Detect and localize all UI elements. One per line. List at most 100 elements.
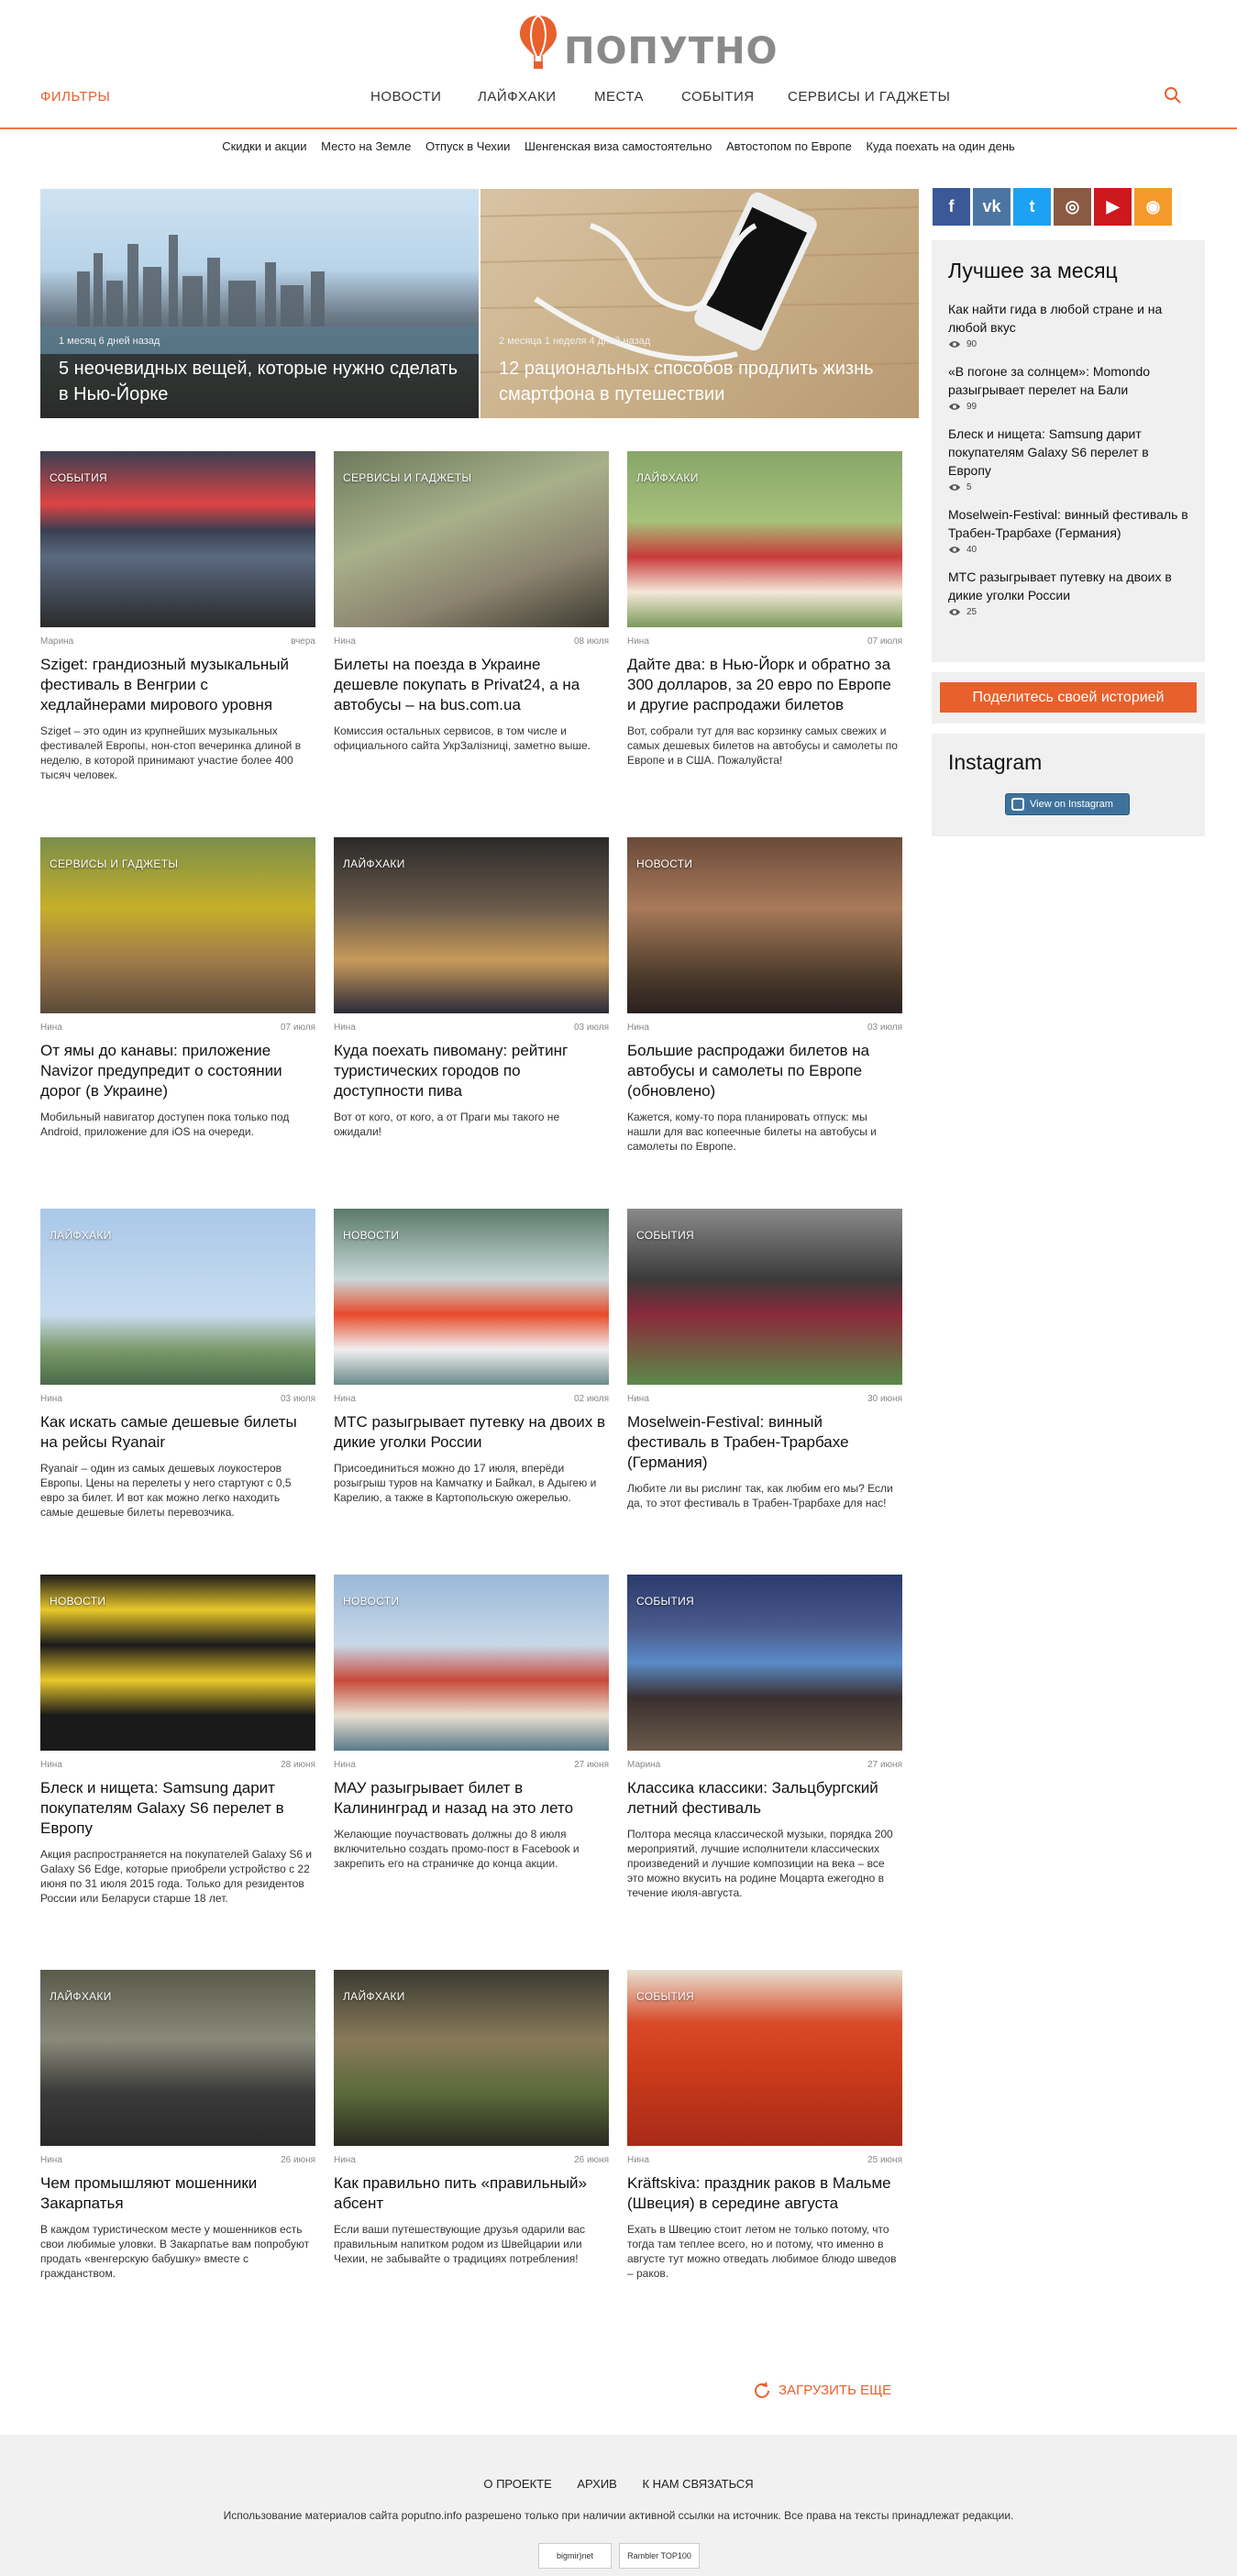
counter-badge[interactable]: bigmir)net — [538, 2543, 612, 2569]
article-title[interactable]: Moselwein-Festival: винный фестиваль в Т… — [627, 1412, 902, 1473]
footer-link-about[interactable]: О ПРОЕКТЕ — [483, 2477, 551, 2491]
article-category[interactable]: СОБЫТИЯ — [636, 1990, 694, 2003]
article-title[interactable]: Дайте два: в Нью-Йорк и обратно за 300 д… — [627, 655, 902, 715]
article-category[interactable]: ЛАЙФХАКИ — [343, 1990, 405, 2003]
article-card[interactable]: СЕРВИСЫ И ГАДЖЕТЫ Нина 07 июля От ямы до… — [40, 837, 315, 1139]
site-logo[interactable]: ПОПУТНО — [518, 14, 778, 74]
nav-news[interactable]: НОВОСТИ — [370, 89, 441, 105]
nav-places[interactable]: МЕСТА — [594, 89, 644, 105]
article-card[interactable]: ЛАЙФХАКИ Нина 26 июня Как правильно пить… — [334, 1970, 609, 2266]
article-category[interactable]: СЕРВИСЫ И ГАДЖЕТЫ — [343, 471, 471, 484]
article-image[interactable]: ЛАЙФХАКИ — [627, 451, 902, 627]
nav-events[interactable]: СОБЫТИЯ — [681, 89, 755, 105]
article-category[interactable]: НОВОСТИ — [343, 1229, 399, 1242]
hero-article[interactable]: 2 месяца 1 неделя 4 дней назад 12 рацион… — [480, 189, 919, 418]
tag-link[interactable]: Отпуск в Чехии — [425, 139, 510, 153]
article-title[interactable]: Большие распродажи билетов на автобусы и… — [627, 1041, 902, 1101]
tag-link[interactable]: Шенгенская виза самостоятельно — [525, 139, 712, 153]
article-category[interactable]: НОВОСТИ — [343, 1595, 399, 1608]
tag-link[interactable]: Автостопом по Европе — [726, 139, 852, 153]
article-title[interactable]: Классика классики: Зальцбургский летний … — [627, 1778, 902, 1819]
article-category[interactable]: СОБЫТИЯ — [636, 1595, 694, 1608]
article-card[interactable]: СОБЫТИЯ Марина вчера Sziget: грандиозный… — [40, 451, 315, 782]
tag-link[interactable]: Скидки и акции — [222, 139, 306, 153]
article-category[interactable]: ЛАЙФХАКИ — [343, 857, 405, 870]
article-title[interactable]: Как искать самые дешевые билеты на рейсы… — [40, 1412, 315, 1453]
article-image[interactable]: СОБЫТИЯ — [40, 451, 315, 627]
article-image[interactable]: НОВОСТИ — [627, 837, 902, 1013]
hero-title[interactable]: 12 рациональных способов продлить жизнь … — [499, 356, 902, 407]
article-category[interactable]: ЛАЙФХАКИ — [50, 1229, 112, 1242]
article-card[interactable]: ЛАЙФХАКИ Нина 26 июня Чем промышляют мош… — [40, 1970, 315, 2281]
article-image[interactable]: НОВОСТИ — [334, 1209, 609, 1385]
rss-icon[interactable]: ◉ — [1134, 188, 1172, 226]
best-item[interactable]: Как найти гида в любой стране и на любой… — [948, 300, 1188, 349]
article-title[interactable]: Sziget: грандиозный музыкальный фестивал… — [40, 655, 315, 715]
article-card[interactable]: СОБЫТИЯ Нина 30 июня Moselwein-Festival:… — [627, 1209, 902, 1510]
article-category[interactable]: СОБЫТИЯ — [50, 471, 107, 484]
best-item[interactable]: Блеск и нищета: Samsung дарит покупателя… — [948, 425, 1188, 492]
hero-article[interactable]: 1 месяц 6 дней назад 5 неочевидных вещей… — [40, 189, 479, 418]
article-title[interactable]: Куда поехать пивоману: рейтинг туристиче… — [334, 1041, 609, 1101]
best-item-title[interactable]: Как найти гида в любой стране и на любой… — [948, 300, 1188, 337]
article-image[interactable]: ЛАЙФХАКИ — [40, 1970, 315, 2146]
article-image[interactable]: ЛАЙФХАКИ — [334, 1970, 609, 2146]
article-card[interactable]: СОБЫТИЯ Нина 25 июня Kräftskiva: праздни… — [627, 1970, 902, 2281]
instagram-icon[interactable]: ◎ — [1054, 188, 1091, 226]
article-image[interactable]: НОВОСТИ — [40, 1575, 315, 1751]
article-title[interactable]: Билеты на поезда в Украине дешевле покуп… — [334, 655, 609, 715]
article-title[interactable]: Чем промышляют мошенники Закарпатья — [40, 2173, 315, 2214]
article-image[interactable]: СОБЫТИЯ — [627, 1209, 902, 1385]
view-on-instagram-button[interactable]: View on Instagram — [1005, 793, 1130, 815]
load-more-button[interactable]: ЗАГРУЗИТЬ ЕЩЕ — [753, 2381, 891, 2399]
article-title[interactable]: От ямы до канавы: приложение Navizor пре… — [40, 1041, 315, 1101]
article-category[interactable]: ЛАЙФХАКИ — [636, 471, 699, 484]
best-item-title[interactable]: Блеск и нищета: Samsung дарит покупателя… — [948, 425, 1188, 480]
best-item[interactable]: МТС разыгрывает путевку на двоих в дикие… — [948, 568, 1188, 617]
article-image[interactable]: НОВОСТИ — [334, 1575, 609, 1751]
facebook-icon[interactable]: f — [933, 188, 970, 226]
article-card[interactable]: НОВОСТИ Нина 27 июня МАУ разыгрывает бил… — [334, 1575, 609, 1871]
rambler-badge[interactable]: Rambler TOP100 — [619, 2543, 700, 2569]
article-title[interactable]: Как правильно пить «правильный» абсент — [334, 2173, 609, 2214]
article-image[interactable]: СОБЫТИЯ — [627, 1575, 902, 1751]
article-category[interactable]: СЕРВИСЫ И ГАДЖЕТЫ — [50, 857, 178, 870]
article-title[interactable]: Kräftskiva: праздник раков в Мальме (Шве… — [627, 2173, 902, 2214]
article-card[interactable]: НОВОСТИ Нина 02 июля МТС разыгрывает пут… — [334, 1209, 609, 1505]
article-category[interactable]: СОБЫТИЯ — [636, 1229, 694, 1242]
article-card[interactable]: СЕРВИСЫ И ГАДЖЕТЫ Нина 08 июля Билеты на… — [334, 451, 609, 753]
article-title[interactable]: МАУ разыгрывает билет в Калининград и на… — [334, 1778, 609, 1819]
best-item-title[interactable]: МТС разыгрывает путевку на двоих в дикие… — [948, 568, 1188, 604]
article-title[interactable]: МТС разыгрывает путевку на двоих в дикие… — [334, 1412, 609, 1453]
search-icon[interactable] — [1162, 84, 1184, 106]
filters-link[interactable]: ФИЛЬТРЫ — [40, 89, 110, 105]
article-category[interactable]: ЛАЙФХАКИ — [50, 1990, 112, 2003]
article-image[interactable]: ЛАЙФХАКИ — [334, 837, 609, 1013]
nav-services[interactable]: СЕРВИСЫ И ГАДЖЕТЫ — [788, 89, 950, 105]
article-image[interactable]: ЛАЙФХАКИ — [40, 1209, 315, 1385]
article-card[interactable]: СОБЫТИЯ Марина 27 июня Классика классики… — [627, 1575, 902, 1900]
article-card[interactable]: ЛАЙФХАКИ Нина 07 июля Дайте два: в Нью-Й… — [627, 451, 902, 768]
youtube-icon[interactable]: ▶ — [1094, 188, 1132, 226]
vk-icon[interactable]: vk — [973, 188, 1011, 226]
article-card[interactable]: ЛАЙФХАКИ Нина 03 июля Куда поехать пивом… — [334, 837, 609, 1139]
footer-link-contact[interactable]: К НАМ СВЯЗАТЬСЯ — [642, 2477, 753, 2491]
article-image[interactable]: СЕРВИСЫ И ГАДЖЕТЫ — [40, 837, 315, 1013]
article-image[interactable]: СЕРВИСЫ И ГАДЖЕТЫ — [334, 451, 609, 627]
footer-link-archive[interactable]: АРХИВ — [577, 2477, 616, 2491]
article-image[interactable]: СОБЫТИЯ — [627, 1970, 902, 2146]
article-category[interactable]: НОВОСТИ — [50, 1595, 105, 1608]
article-card[interactable]: ЛАЙФХАКИ Нина 03 июля Как искать самые д… — [40, 1209, 315, 1520]
article-card[interactable]: НОВОСТИ Нина 03 июля Большие распродажи … — [627, 837, 902, 1154]
share-story-button[interactable]: Поделитесь своей историей — [940, 682, 1197, 713]
nav-lifehacks[interactable]: ЛАЙФХАКИ — [478, 89, 557, 105]
best-item[interactable]: Moselwein-Festival: винный фестиваль в Т… — [948, 505, 1188, 555]
article-card[interactable]: НОВОСТИ Нина 28 июня Блеск и нищета: Sam… — [40, 1575, 315, 1906]
tag-link[interactable]: Куда поехать на один день — [866, 139, 1014, 153]
twitter-icon[interactable]: t — [1013, 188, 1051, 226]
best-item[interactable]: «В погоне за солнцем»: Momondo разыгрыва… — [948, 362, 1188, 412]
tag-link[interactable]: Место на Земле — [321, 139, 411, 153]
best-item-title[interactable]: Moselwein-Festival: винный фестиваль в Т… — [948, 505, 1188, 542]
article-title[interactable]: Блеск и нищета: Samsung дарит покупателя… — [40, 1778, 315, 1839]
article-category[interactable]: НОВОСТИ — [636, 857, 692, 870]
